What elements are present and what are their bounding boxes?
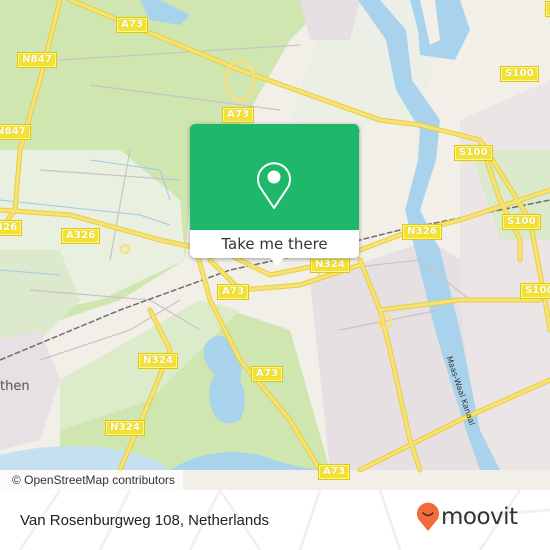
road-shield-a73: A73	[115, 17, 149, 33]
map-view[interactable]: A73 N847 N847 A73 S100 S100 S100 S100 S1…	[0, 0, 550, 490]
road-shield-a73: A73	[221, 107, 255, 123]
moovit-pin-icon	[417, 502, 439, 531]
road-shield-s100: S100	[454, 145, 493, 161]
footer-bar: Van Rosenburgweg 108, Netherlands moovit	[0, 490, 550, 550]
road-shield-n326: N326	[401, 224, 443, 240]
popup-pointer	[270, 258, 284, 266]
road-shield-s100: S100	[502, 214, 541, 230]
road-shield-n324: N324	[104, 420, 146, 436]
road-shield-a326: A326	[0, 220, 23, 236]
destination-popup: Take me there	[190, 124, 359, 266]
address-text: Van Rosenburgweg 108, Netherlands	[20, 512, 270, 529]
urban-area	[300, 0, 360, 40]
moovit-logo[interactable]: moovit	[416, 502, 518, 532]
road-shield-s100: S100	[500, 66, 539, 82]
place-label: then	[0, 379, 30, 394]
take-me-there-button[interactable]: Take me there	[190, 230, 359, 258]
road-shield-a326: A326	[60, 228, 101, 244]
road-shield-n847: N847	[16, 52, 58, 68]
road-shield-a73: A73	[250, 366, 284, 382]
road-shield-s100: S100	[545, 1, 550, 17]
road-shield-s100: S100	[520, 283, 550, 299]
road-shield-a73: A73	[317, 464, 351, 480]
location-pin-icon	[257, 162, 291, 209]
road-shield-n324: N324	[309, 257, 351, 273]
moovit-wordmark: moovit	[441, 504, 518, 530]
road-shield-n324: N324	[137, 353, 179, 369]
map-attribution[interactable]: © OpenStreetMap contributors	[0, 470, 183, 490]
popup-header	[190, 124, 359, 230]
road-shield-n847: N847	[0, 124, 32, 140]
road-shield-a73: A73	[216, 284, 250, 300]
